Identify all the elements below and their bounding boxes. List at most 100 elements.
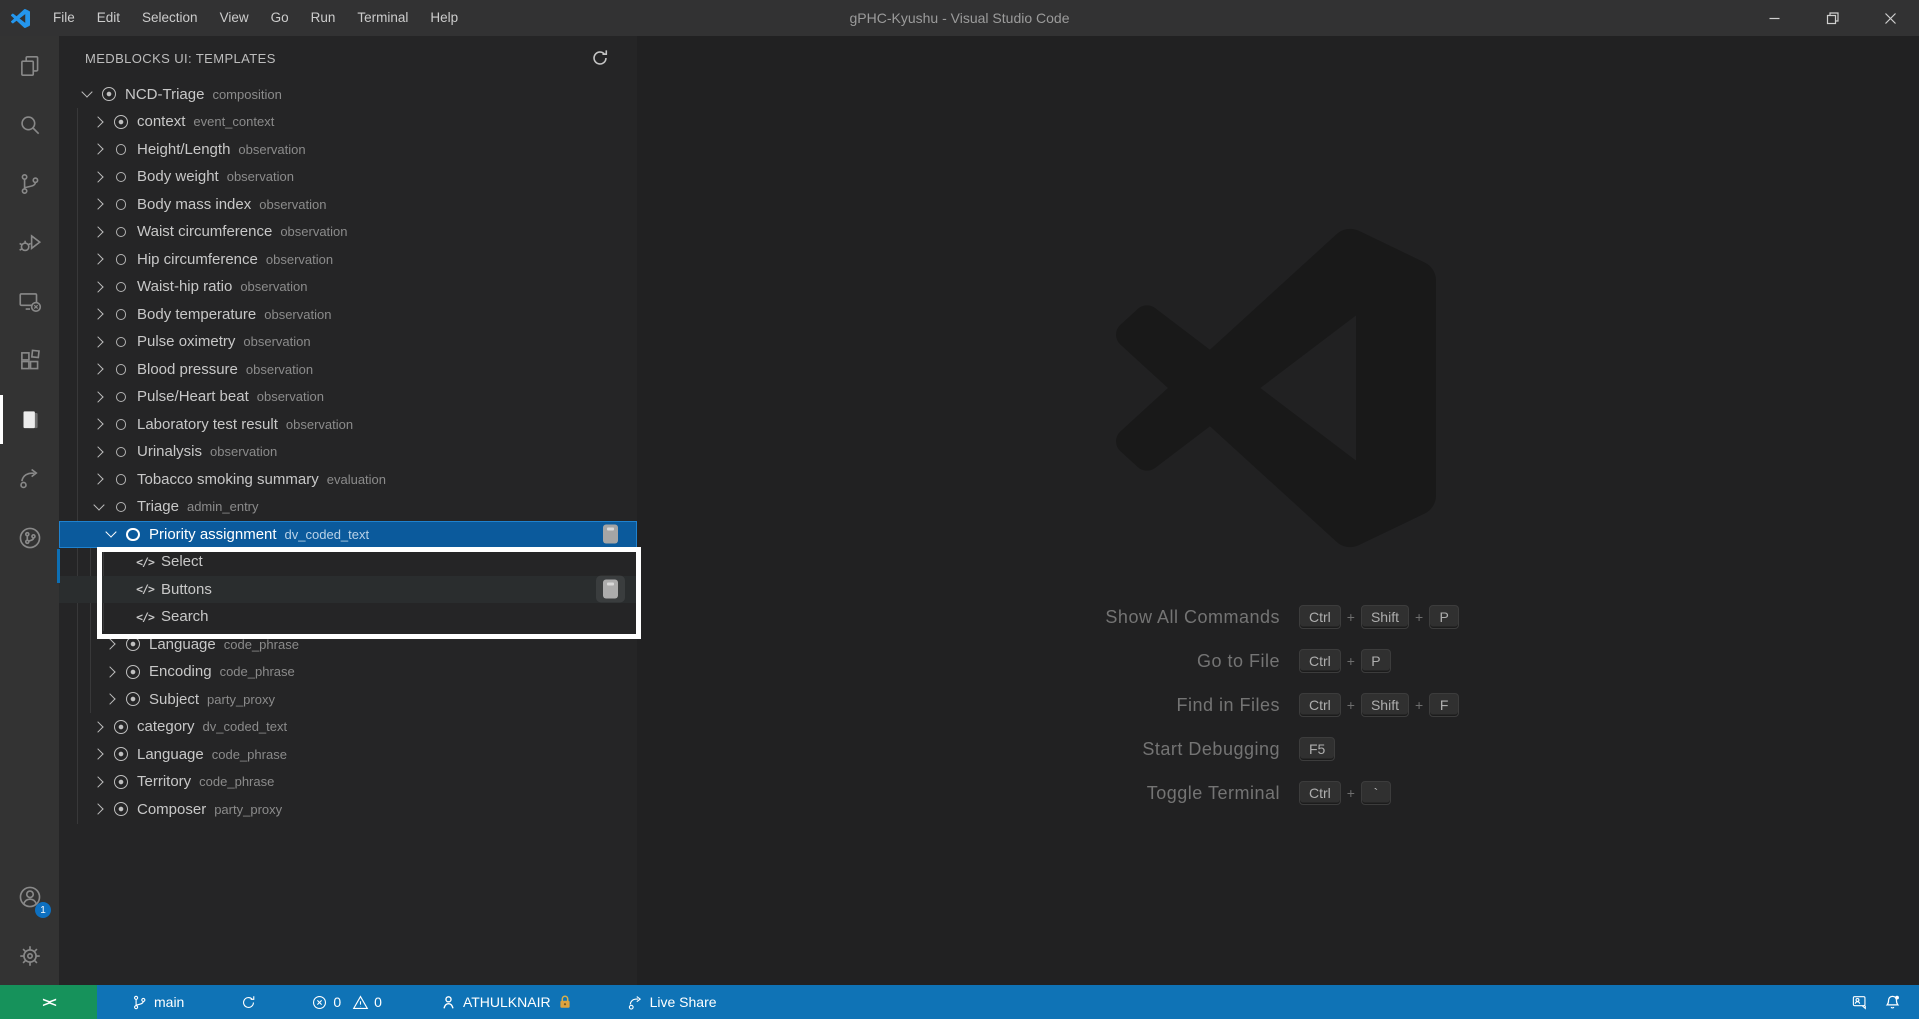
chevron-right-icon[interactable] [102, 631, 120, 659]
activity-item-live-share[interactable] [0, 449, 59, 508]
activity-item-explorer[interactable] [0, 36, 59, 95]
account-item[interactable]: ATHULKNAIR [432, 985, 581, 1019]
chevron-right-icon[interactable] [90, 163, 108, 191]
minimize-button[interactable] [1745, 0, 1803, 36]
chevron-right-icon[interactable] [90, 191, 108, 219]
tree-item-priority-assignment[interactable]: Priority assignmentdv_coded_text [59, 521, 637, 549]
chevron-right-icon[interactable] [90, 301, 108, 329]
close-icon [1883, 11, 1898, 26]
circle-icon [112, 301, 130, 329]
tree-item-height-length[interactable]: Height/Lengthobservation [59, 136, 637, 164]
live-share-item[interactable]: Live Share [619, 985, 725, 1019]
chevron-right-icon[interactable] [90, 273, 108, 301]
tree-item-context[interactable]: contextevent_context [59, 108, 637, 136]
chevron-right-icon[interactable] [102, 658, 120, 686]
refresh-icon[interactable] [591, 49, 609, 67]
activity-item-remote-explorer[interactable] [0, 272, 59, 331]
tree-item-category[interactable]: categorydv_coded_text [59, 713, 637, 741]
tree-item-type: observation [243, 334, 310, 349]
menu-selection[interactable]: Selection [131, 0, 209, 36]
chevron-right-icon[interactable] [90, 136, 108, 164]
tree-item-hip-circumference[interactable]: Hip circumferenceobservation [59, 246, 637, 274]
settings-button[interactable] [0, 926, 59, 985]
chevron-down-icon[interactable] [78, 81, 96, 109]
feedback-button[interactable] [1843, 994, 1876, 1011]
tree-item-subject[interactable]: Subjectparty_proxy [59, 686, 637, 714]
editor-area: Show All CommandsCtrl+Shift+PGo to FileC… [637, 36, 1919, 985]
tree-item-blood-pressure[interactable]: Blood pressureobservation [59, 356, 637, 384]
activity-item-source-control[interactable] [0, 154, 59, 213]
tree-item-encoding[interactable]: Encodingcode_phrase [59, 658, 637, 686]
tree-item-pulse-oximetry[interactable]: Pulse oximetryobservation [59, 328, 637, 356]
tree-item-waist-hip-ratio[interactable]: Waist-hip ratioobservation [59, 273, 637, 301]
tree-item-label: category [137, 718, 195, 735]
problems-item[interactable]: 0 0 [303, 985, 390, 1019]
chevron-down-icon[interactable] [102, 521, 120, 549]
menu-help[interactable]: Help [419, 0, 469, 36]
tree-item-laboratory-test-result[interactable]: Laboratory test resultobservation [59, 411, 637, 439]
clipboard-icon[interactable] [603, 580, 618, 599]
menu-view[interactable]: View [209, 0, 260, 36]
tree-item-label: Waist circumference [137, 223, 272, 240]
chevron-right-icon[interactable] [90, 741, 108, 769]
close-button[interactable] [1861, 0, 1919, 36]
sidebar-medblocks-templates: MEDBLOCKS UI: TEMPLATES NCD-Triagecompos… [59, 36, 637, 985]
chevron-right-icon[interactable] [90, 383, 108, 411]
activity-item-search[interactable] [0, 95, 59, 154]
chevron-right-icon[interactable] [90, 328, 108, 356]
tree-item-buttons[interactable]: </>Buttons [59, 576, 637, 604]
chevron-right-icon[interactable] [90, 246, 108, 274]
notifications-button[interactable] [1876, 994, 1909, 1011]
chevron-right-icon[interactable] [90, 768, 108, 796]
chevron-right-icon[interactable] [90, 108, 108, 136]
activity-item-run-and-debug[interactable] [0, 213, 59, 272]
tree-item-waist-circumference[interactable]: Waist circumferenceobservation [59, 218, 637, 246]
menu-terminal[interactable]: Terminal [346, 0, 419, 36]
tree-item-urinalysis[interactable]: Urinalysisobservation [59, 438, 637, 466]
chevron-right-icon[interactable] [90, 796, 108, 824]
chevron-right-icon[interactable] [90, 713, 108, 741]
sync-button[interactable] [232, 985, 265, 1019]
chevron-down-icon[interactable] [90, 493, 108, 521]
menu-edit[interactable]: Edit [86, 0, 131, 36]
chevron-right-icon[interactable] [90, 218, 108, 246]
chevron-right-icon[interactable] [102, 686, 120, 714]
activity-item-extensions[interactable] [0, 331, 59, 390]
menu-file[interactable]: File [42, 0, 86, 36]
menu-run[interactable]: Run [300, 0, 347, 36]
chevron-right-icon[interactable] [90, 411, 108, 439]
tree-item-tobacco-smoking-summary[interactable]: Tobacco smoking summaryevaluation [59, 466, 637, 494]
accounts-button[interactable]: 1 [0, 867, 59, 926]
tree-item-body-weight[interactable]: Body weightobservation [59, 163, 637, 191]
code-icon: </> [136, 603, 154, 631]
tree-item-territory[interactable]: Territorycode_phrase [59, 768, 637, 796]
tree-item-type: party_proxy [214, 802, 282, 817]
watermark-shortcuts: Show All CommandsCtrl+Shift+PGo to FileC… [900, 602, 1462, 822]
tree-item-select[interactable]: </>Select [59, 548, 637, 576]
tree-item-body-temperature[interactable]: Body temperatureobservation [59, 301, 637, 329]
chevron-right-icon[interactable] [90, 466, 108, 494]
menu-go[interactable]: Go [260, 0, 300, 36]
branch-item[interactable]: main [123, 985, 192, 1019]
branch-label: main [154, 994, 184, 1010]
tree-item-composer[interactable]: Composerparty_proxy [59, 796, 637, 824]
tree-item-label: Triage [137, 498, 179, 515]
remote-indicator[interactable]: >< [0, 985, 97, 1019]
tree-item-language[interactable]: Languagecode_phrase [59, 631, 637, 659]
circle-dot-icon [112, 741, 130, 769]
activity-item-git-graph[interactable] [0, 508, 59, 567]
tree-item-label: Tobacco smoking summary [137, 471, 319, 488]
tree-item-search[interactable]: </>Search [59, 603, 637, 631]
chevron-right-icon[interactable] [90, 438, 108, 466]
restore-button[interactable] [1803, 0, 1861, 36]
chevron-right-icon[interactable] [90, 356, 108, 384]
activity-item-medblocks-ui[interactable] [0, 390, 59, 449]
circle-icon [112, 411, 130, 439]
clipboard-icon[interactable] [603, 525, 618, 544]
tree-item-language[interactable]: Languagecode_phrase [59, 741, 637, 769]
tree-item-ncd-triage[interactable]: NCD-Triagecomposition [59, 81, 637, 109]
tree-item-body-mass-index[interactable]: Body mass indexobservation [59, 191, 637, 219]
tree-item-label: Body temperature [137, 306, 256, 323]
tree-item-pulse-heart-beat[interactable]: Pulse/Heart beatobservation [59, 383, 637, 411]
tree-item-triage[interactable]: Triageadmin_entry [59, 493, 637, 521]
